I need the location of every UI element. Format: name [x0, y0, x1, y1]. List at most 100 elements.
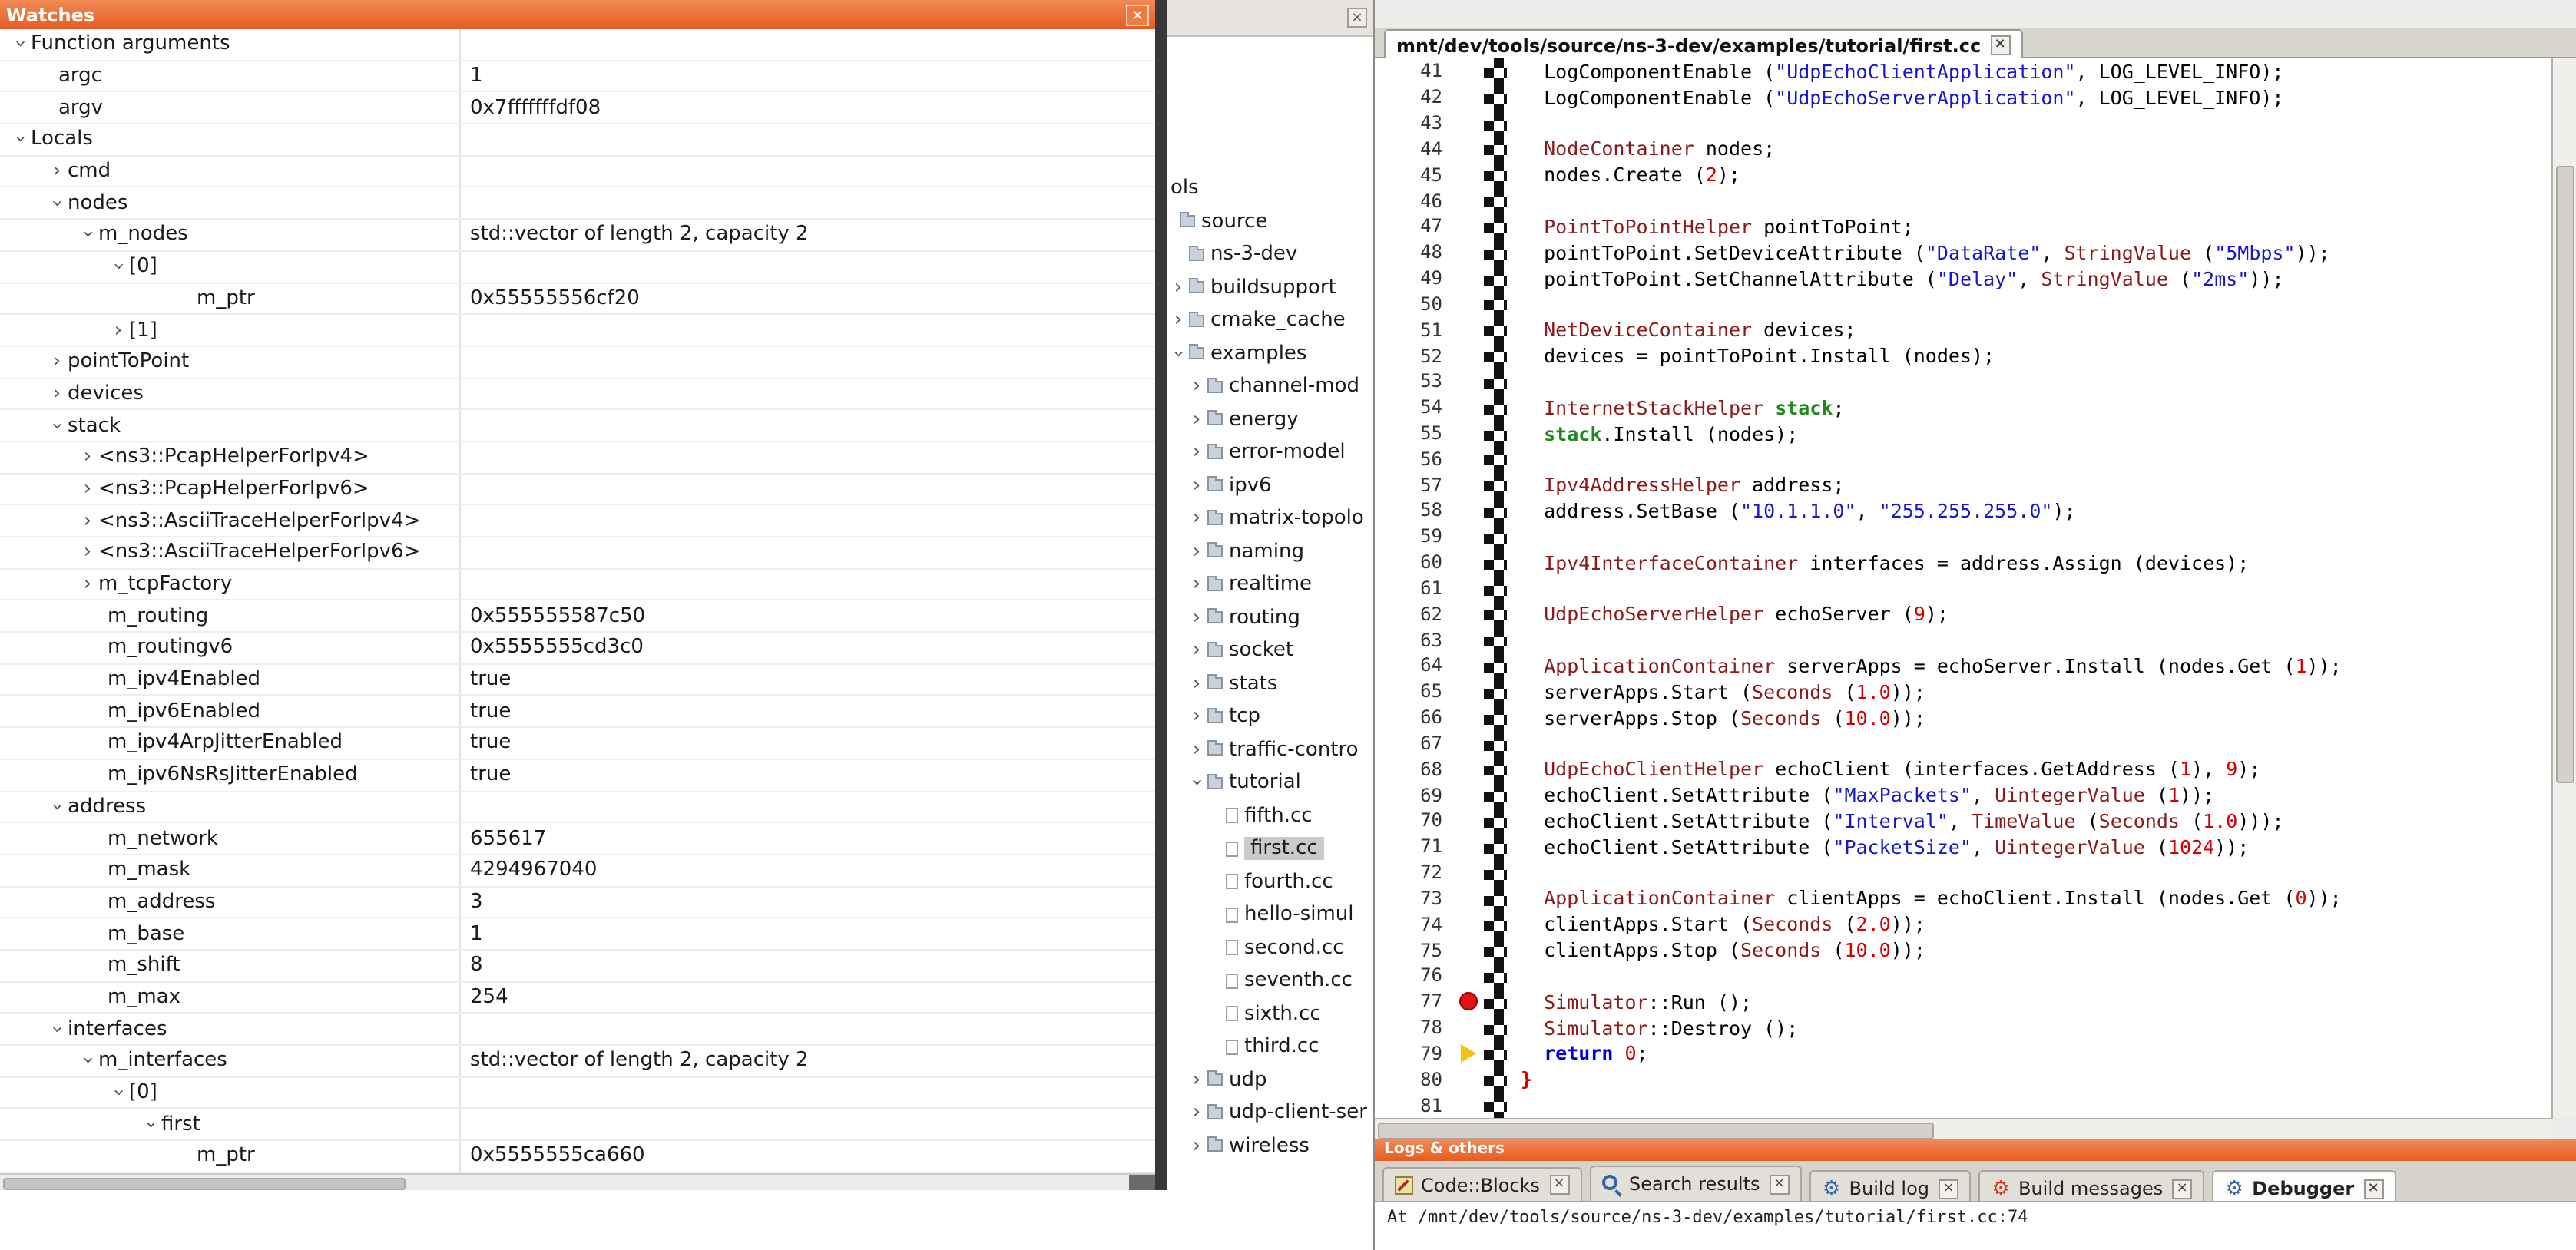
tree-item-tutorial[interactable]: ›tutorial: [1167, 766, 1373, 799]
code-line[interactable]: 42 LogComponentEnable ("UdpEchoServerApp…: [1375, 84, 2553, 111]
logs-tab-code-blocks[interactable]: Code::Blocks×: [1382, 1166, 1581, 1202]
breakpoint-icon[interactable]: [1459, 992, 1478, 1010]
code-line[interactable]: 71 echoClient.SetAttribute ("PacketSize"…: [1375, 834, 2553, 860]
watch-row[interactable]: m_shift8: [0, 951, 1155, 982]
watch-row[interactable]: ›m_interfacesstd::vector of length 2, ca…: [0, 1046, 1155, 1077]
editor-tab-first-cc[interactable]: mnt/dev/tools/source/ns-3-dev/examples/t…: [1384, 29, 2022, 60]
breakpoint-margin[interactable]: [1453, 730, 1484, 756]
logs-tab-search-results[interactable]: Search results×: [1589, 1166, 1802, 1201]
breakpoint-margin[interactable]: [1453, 704, 1484, 730]
breakpoint-margin[interactable]: [1453, 679, 1484, 705]
breakpoint-margin[interactable]: [1453, 446, 1484, 472]
breakpoint-margin[interactable]: [1453, 808, 1484, 834]
line-number[interactable]: 72: [1375, 861, 1453, 883]
tree-item-stats[interactable]: ›stats: [1167, 667, 1373, 700]
breakpoint-margin[interactable]: [1453, 1092, 1484, 1118]
line-number[interactable]: 80: [1375, 1068, 1453, 1090]
tree-item-fifth-cc[interactable]: fifth.cc: [1167, 799, 1373, 832]
code-line[interactable]: 77 Simulator::Run ();: [1375, 989, 2553, 1015]
breakpoint-margin[interactable]: [1453, 342, 1484, 369]
watch-row[interactable]: ›cmd: [0, 157, 1155, 188]
collapse-icon[interactable]: ›: [47, 193, 67, 214]
expand-icon[interactable]: ›: [77, 479, 98, 499]
watch-row[interactable]: ›m_nodesstd::vector of length 2, capacit…: [0, 220, 1155, 251]
code-line[interactable]: 49 pointToPoint.SetChannelAttribute ("De…: [1375, 265, 2553, 291]
watch-row[interactable]: m_network655617: [0, 823, 1155, 855]
breakpoint-margin[interactable]: [1453, 162, 1484, 188]
projects-close-icon[interactable]: ×: [1347, 8, 1367, 28]
watch-row[interactable]: m_ipv6Enabledtrue: [0, 696, 1155, 728]
breakpoint-margin[interactable]: [1453, 911, 1484, 938]
code-line[interactable]: 68 UdpEchoClientHelper echoClient (inter…: [1375, 756, 2553, 782]
expand-icon[interactable]: ›: [1186, 1103, 1207, 1123]
breakpoint-margin[interactable]: [1453, 963, 1484, 989]
expand-icon[interactable]: ›: [1186, 674, 1207, 694]
tree-item-traffic-contro[interactable]: ›traffic-contro: [1167, 733, 1373, 766]
watch-row[interactable]: ›address: [0, 792, 1155, 823]
breakpoint-margin[interactable]: [1453, 420, 1484, 446]
watch-row[interactable]: argv0x7fffffffdf08: [0, 93, 1155, 124]
expand-icon[interactable]: ›: [1186, 641, 1207, 661]
line-number[interactable]: 48: [1375, 241, 1453, 263]
watch-row[interactable]: m_address3: [0, 887, 1155, 918]
breakpoint-margin[interactable]: [1453, 213, 1484, 240]
line-number[interactable]: 81: [1375, 1094, 1453, 1116]
expand-icon[interactable]: ›: [1186, 443, 1207, 463]
line-number[interactable]: 79: [1375, 1043, 1453, 1064]
close-icon[interactable]: ×: [1939, 1179, 1958, 1199]
code-line[interactable]: 75 clientApps.Stop (Seconds (10.0));: [1375, 937, 2553, 963]
line-number[interactable]: 70: [1375, 810, 1453, 832]
breakpoint-margin[interactable]: [1453, 653, 1484, 679]
breakpoint-margin[interactable]: [1453, 136, 1484, 162]
code-line[interactable]: 46: [1375, 187, 2553, 213]
line-number[interactable]: 43: [1375, 112, 1453, 134]
expand-icon[interactable]: ›: [77, 574, 98, 594]
watches-horizontal-scrollbar[interactable]: [0, 1173, 1155, 1190]
line-number[interactable]: 57: [1375, 474, 1453, 495]
editor-horizontal-scrollbar[interactable]: [1375, 1118, 2553, 1139]
code-line[interactable]: 45 nodes.Create (2);: [1375, 162, 2553, 188]
collapse-icon[interactable]: ›: [78, 1050, 98, 1072]
line-number[interactable]: 54: [1375, 396, 1453, 418]
breakpoint-margin[interactable]: [1453, 859, 1484, 885]
expand-icon[interactable]: ›: [77, 511, 98, 531]
tree-item-sixth-cc[interactable]: sixth.cc: [1167, 997, 1373, 1030]
line-number[interactable]: 51: [1375, 319, 1453, 340]
code-line[interactable]: 48 pointToPoint.SetDeviceAttribute ("Dat…: [1375, 240, 2553, 266]
code-line[interactable]: 58 address.SetBase ("10.1.1.0", "255.255…: [1375, 498, 2553, 524]
expand-icon[interactable]: ›: [46, 161, 68, 181]
breakpoint-margin[interactable]: [1453, 58, 1484, 84]
line-number[interactable]: 62: [1375, 604, 1453, 625]
breakpoint-margin[interactable]: [1453, 84, 1484, 111]
watch-row[interactable]: ›stack: [0, 411, 1155, 442]
watches-horizontal-scrollbar-thumb[interactable]: [3, 1178, 406, 1190]
line-number[interactable]: 71: [1375, 836, 1453, 858]
watch-row[interactable]: m_ipv6NsRsJitterEnabledtrue: [0, 760, 1155, 792]
tree-item-hello-simul[interactable]: hello-simul: [1167, 898, 1373, 931]
code-line[interactable]: 41 LogComponentEnable ("UdpEchoClientApp…: [1375, 58, 2553, 84]
watch-row[interactable]: argc1: [0, 61, 1155, 92]
watch-row[interactable]: ›[0]: [0, 1077, 1155, 1109]
expand-icon[interactable]: ›: [77, 448, 98, 468]
line-number[interactable]: 74: [1375, 913, 1453, 934]
line-number[interactable]: 63: [1375, 629, 1453, 650]
expand-icon[interactable]: ›: [1186, 1136, 1207, 1156]
tree-item-seventh-cc[interactable]: seventh.cc: [1167, 964, 1373, 997]
code-line[interactable]: 64 ApplicationContainer serverApps = ech…: [1375, 653, 2553, 679]
watch-row[interactable]: ›nodes: [0, 188, 1155, 220]
tree-item-cmake-cache[interactable]: ›cmake_cache: [1167, 304, 1373, 337]
breakpoint-margin[interactable]: [1453, 575, 1484, 601]
breakpoint-margin[interactable]: [1453, 240, 1484, 266]
collapse-icon[interactable]: ›: [47, 796, 67, 818]
breakpoint-margin[interactable]: [1453, 1066, 1484, 1093]
code-line[interactable]: 59: [1375, 524, 2553, 550]
watch-row[interactable]: m_ipv4ArpJitterEnabledtrue: [0, 728, 1155, 759]
logs-panel-header[interactable]: Logs & others: [1375, 1139, 2576, 1161]
line-number[interactable]: 68: [1375, 759, 1453, 780]
tree-item-socket[interactable]: ›socket: [1167, 634, 1373, 667]
expand-icon[interactable]: ›: [46, 352, 68, 372]
breakpoint-margin[interactable]: [1453, 472, 1484, 498]
breakpoint-margin[interactable]: [1453, 834, 1484, 860]
collapse-icon[interactable]: ›: [1168, 343, 1188, 365]
collapse-icon[interactable]: ›: [141, 1113, 161, 1135]
